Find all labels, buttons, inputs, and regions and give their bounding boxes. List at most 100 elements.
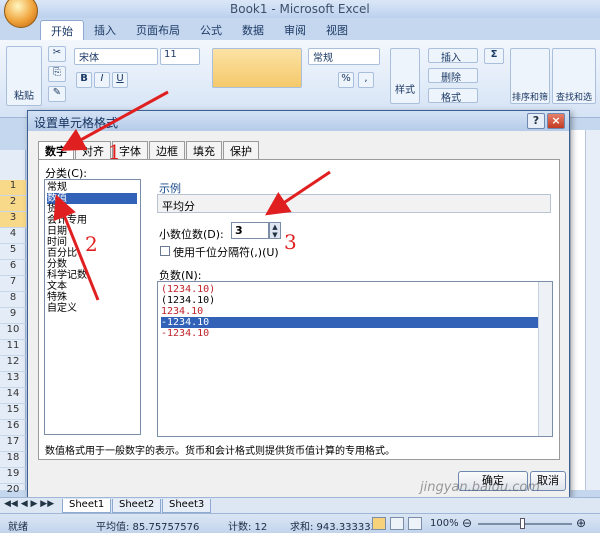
negative-option-selected[interactable]: -1234.10 bbox=[161, 317, 549, 328]
row-header[interactable]: 16 bbox=[0, 420, 26, 436]
tab-home[interactable]: 开始 bbox=[40, 20, 84, 40]
insert-label: 插入 bbox=[441, 53, 461, 64]
negative-list-scrollbar[interactable] bbox=[538, 282, 552, 436]
row-header[interactable]: 5 bbox=[0, 244, 26, 260]
row-header[interactable]: 6 bbox=[0, 260, 26, 276]
bold-button[interactable]: B bbox=[76, 72, 92, 88]
delete-cells-button[interactable]: 删除 bbox=[428, 68, 478, 84]
comma-button[interactable]: , bbox=[358, 72, 374, 88]
zoom-slider[interactable] bbox=[478, 523, 572, 525]
row-header[interactable]: 14 bbox=[0, 388, 26, 404]
format-description: 数值格式用于一般数字的表示。货币和会计格式则提供货币值计算的专用格式。 bbox=[45, 446, 395, 457]
status-bar: 就绪 平均值: 85.75757576 计数: 12 求和: 943.33333… bbox=[0, 513, 600, 533]
tab-review[interactable]: 审阅 bbox=[274, 20, 316, 40]
help-button[interactable]: ? bbox=[527, 113, 545, 129]
vertical-scrollbar[interactable] bbox=[585, 130, 600, 490]
negative-option[interactable]: 1234.10 bbox=[161, 306, 549, 317]
tab-formulas[interactable]: 公式 bbox=[190, 20, 232, 40]
category-item-selected[interactable]: 数值 bbox=[47, 193, 137, 204]
window-title: Book1 - Microsoft Excel bbox=[230, 2, 370, 16]
title-bar: Book1 - Microsoft Excel bbox=[0, 0, 600, 18]
alignment-group[interactable] bbox=[212, 48, 302, 88]
decimal-places-input[interactable]: 3 bbox=[231, 222, 269, 239]
find-select-button[interactable]: 查找和选择 bbox=[552, 48, 596, 201]
row-header[interactable]: 15 bbox=[0, 404, 26, 420]
watermark: jingyan.baidu.com bbox=[420, 480, 540, 495]
category-item[interactable]: 会计专用 bbox=[47, 215, 137, 226]
font-size-select[interactable]: 11 bbox=[160, 48, 200, 65]
normal-view-icon[interactable] bbox=[372, 517, 386, 530]
decimal-spinner[interactable]: ▲ ▼ bbox=[269, 222, 281, 239]
tab-fill[interactable]: 填充 bbox=[186, 141, 222, 159]
tab-data[interactable]: 数据 bbox=[232, 20, 274, 40]
category-item[interactable]: 自定义 bbox=[47, 303, 137, 314]
tab-alignment[interactable]: 对齐 bbox=[75, 141, 111, 159]
office-button[interactable] bbox=[4, 0, 38, 28]
percent-button[interactable]: % bbox=[338, 72, 354, 88]
row-header[interactable]: 12 bbox=[0, 356, 26, 372]
category-item[interactable]: 常规 bbox=[47, 182, 137, 193]
sheet-tab[interactable]: Sheet3 bbox=[162, 499, 212, 513]
font-name-select[interactable]: 宋体 bbox=[74, 48, 158, 65]
category-item[interactable]: 特殊 bbox=[47, 292, 137, 303]
tab-page-layout[interactable]: 页面布局 bbox=[126, 20, 190, 40]
page-break-view-icon[interactable] bbox=[408, 517, 422, 530]
example-box: 平均分 bbox=[157, 194, 551, 213]
page-layout-view-icon[interactable] bbox=[390, 517, 404, 530]
tab-insert[interactable]: 插入 bbox=[84, 20, 126, 40]
negative-option[interactable]: (1234.10) bbox=[161, 284, 549, 295]
tab-protection[interactable]: 保护 bbox=[223, 141, 259, 159]
category-list[interactable]: 常规 数值 货币 会计专用 日期 时间 百分比 分数 科学记数 文本 特殊 自定… bbox=[44, 179, 141, 435]
row-header[interactable]: 4 bbox=[0, 228, 26, 244]
zoom-slider-thumb[interactable] bbox=[520, 518, 525, 529]
tab-view[interactable]: 视图 bbox=[316, 20, 358, 40]
row-header[interactable]: 19 bbox=[0, 468, 26, 484]
negative-option[interactable]: (1234.10) bbox=[161, 295, 549, 306]
category-item[interactable]: 文本 bbox=[47, 281, 137, 292]
zoom-out-icon[interactable]: ⊖ bbox=[462, 516, 472, 530]
format-cells-dialog: 设置单元格格式 ? × 数字 对齐 字体 边框 填充 保护 分类(C): 常规 … bbox=[27, 110, 570, 498]
ribbon: 粘贴 ✂ ⎘ ✎ 宋体 11 B I U 常规 % , 样式 插入 删除 格式 … bbox=[0, 40, 600, 201]
dialog-title-bar[interactable]: 设置单元格格式 ? × bbox=[28, 111, 569, 131]
cut-icon[interactable]: ✂ bbox=[48, 46, 66, 62]
row-header[interactable]: 8 bbox=[0, 292, 26, 308]
format-painter-icon[interactable]: ✎ bbox=[48, 86, 66, 102]
underline-button[interactable]: U bbox=[112, 72, 128, 88]
row-header[interactable]: 7 bbox=[0, 276, 26, 292]
zoom-in-icon[interactable]: ⊕ bbox=[576, 516, 586, 530]
number-format-select[interactable]: 常规 bbox=[308, 48, 380, 65]
category-item[interactable]: 分数 bbox=[47, 259, 137, 270]
styles-button[interactable]: 样式 bbox=[390, 48, 420, 104]
row-header[interactable]: 10 bbox=[0, 324, 26, 340]
font-name-value: 宋体 bbox=[79, 53, 99, 64]
row-header[interactable]: 18 bbox=[0, 452, 26, 468]
insert-cells-button[interactable]: 插入 bbox=[428, 48, 478, 64]
row-header[interactable]: 2 bbox=[0, 196, 26, 212]
category-item[interactable]: 货币 bbox=[47, 204, 137, 215]
sheet-tab[interactable]: Sheet2 bbox=[112, 499, 162, 513]
row-headers: 1 2 3 4 5 6 7 8 9 10 11 12 13 14 15 16 17 18 19 20 bbox=[0, 150, 26, 500]
negative-option[interactable]: -1234.10 bbox=[161, 328, 549, 339]
number-tab-panel: 分类(C): 常规 数值 货币 会计专用 日期 时间 百分比 分数 科学记数 文… bbox=[38, 159, 560, 460]
thousands-separator-checkbox[interactable] bbox=[160, 246, 170, 256]
tab-number[interactable]: 数字 bbox=[38, 141, 74, 160]
tab-border[interactable]: 边框 bbox=[149, 141, 185, 159]
row-header[interactable]: 11 bbox=[0, 340, 26, 356]
row-header[interactable]: 3 bbox=[0, 212, 26, 228]
sum-icon[interactable]: Σ bbox=[484, 48, 504, 64]
category-item[interactable]: 科学记数 bbox=[47, 270, 137, 281]
row-header[interactable]: 13 bbox=[0, 372, 26, 388]
paste-button[interactable]: 粘贴 bbox=[6, 46, 42, 106]
sheet-nav-icon[interactable]: ◀◀ ◀ ▶ ▶▶ bbox=[4, 499, 54, 509]
sheet-tab[interactable]: Sheet1 bbox=[62, 499, 112, 513]
sort-filter-button[interactable]: 排序和筛选 bbox=[510, 48, 550, 201]
negative-numbers-list[interactable]: (1234.10) (1234.10) 1234.10 -1234.10 -12… bbox=[157, 281, 553, 437]
row-header[interactable]: 17 bbox=[0, 436, 26, 452]
row-header[interactable]: 9 bbox=[0, 308, 26, 324]
row-header[interactable]: 1 bbox=[0, 180, 26, 196]
close-button[interactable]: × bbox=[547, 113, 565, 129]
dialog-title: 设置单元格格式 bbox=[34, 116, 119, 130]
italic-button[interactable]: I bbox=[94, 72, 110, 88]
copy-icon[interactable]: ⎘ bbox=[48, 66, 66, 82]
format-cells-button[interactable]: 格式 bbox=[428, 88, 478, 104]
